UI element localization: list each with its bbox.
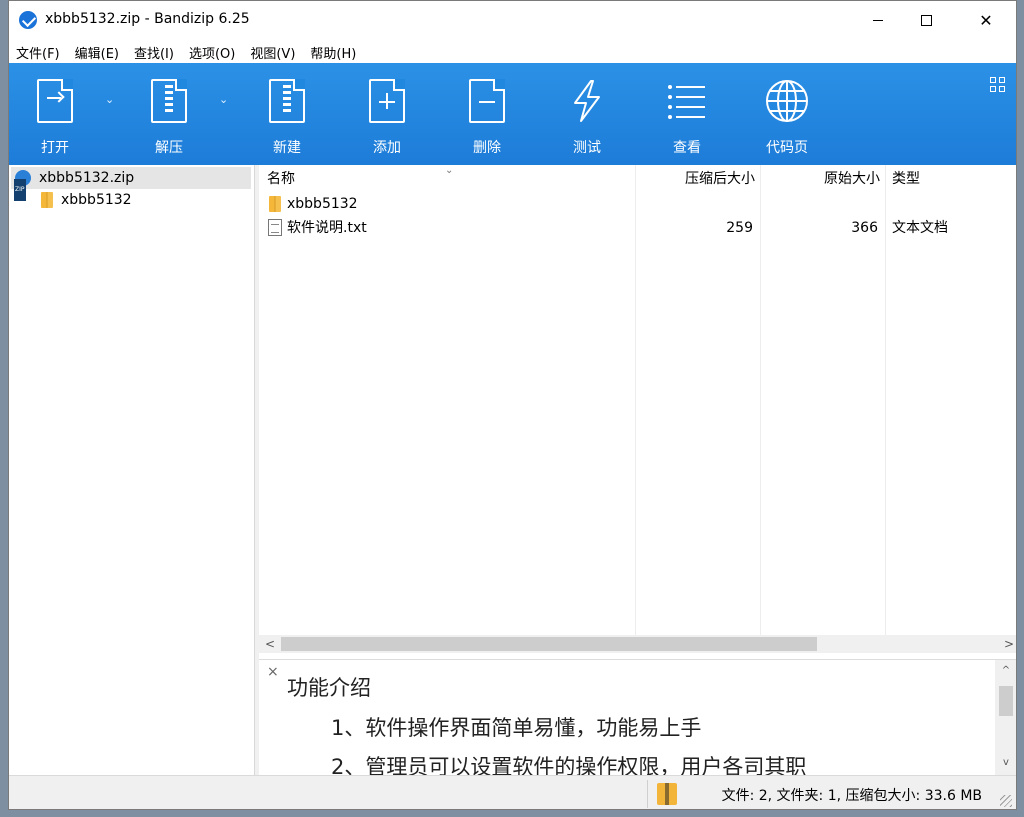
minimize-button[interactable] <box>855 5 901 35</box>
scroll-right-icon[interactable]: > <box>1000 635 1016 653</box>
folder-icon <box>269 196 281 212</box>
new-button[interactable]: 新建 <box>247 63 327 165</box>
zip-icon <box>14 170 31 201</box>
status-divider <box>647 780 648 808</box>
file-original-size: 366 <box>851 220 878 236</box>
extract-button[interactable]: 解压 <box>129 63 209 165</box>
add-button[interactable]: 添加 <box>347 63 427 165</box>
scroll-down-icon[interactable]: v <box>995 754 1016 772</box>
menu-find[interactable]: 查找(I) <box>134 39 181 63</box>
codepage-label: 代码页 <box>766 140 808 156</box>
title-bar: xbbb5132.zip - Bandizip 6.25 ✕ <box>9 1 1016 39</box>
column-header-compressed[interactable]: 压缩后大小 <box>635 165 755 193</box>
resize-grip-icon[interactable] <box>1000 795 1012 807</box>
scroll-left-icon[interactable]: < <box>261 635 279 653</box>
info-panel: × 功能介绍 1、软件操作界面简单易懂，功能易上手 2、管理员可以设置软件的操作… <box>259 659 1016 775</box>
sort-chevron-icon: ⌄ <box>445 165 454 176</box>
delete-button[interactable]: 删除 <box>447 63 527 165</box>
info-line: 2、管理员可以设置软件的操作权限，用户各司其职 <box>331 755 807 775</box>
window-title: xbbb5132.zip - Bandizip 6.25 <box>45 11 250 27</box>
info-line: 1、软件操作界面简单易懂，功能易上手 <box>331 716 702 740</box>
folder-icon <box>41 192 53 208</box>
extract-label: 解压 <box>155 140 183 156</box>
file-row-folder[interactable]: xbbb5132 <box>259 192 1016 216</box>
add-label: 添加 <box>373 140 401 156</box>
file-name: xbbb5132 <box>287 196 358 212</box>
view-label: 查看 <box>673 140 701 156</box>
layout-icon[interactable] <box>990 77 1006 93</box>
menu-bar: 文件(F) 编辑(E) 查找(I) 选项(O) 视图(V) 帮助(H) <box>9 39 1016 63</box>
test-icon <box>574 80 600 122</box>
open-button[interactable]: 打开 <box>15 63 95 165</box>
open-icon <box>37 79 73 123</box>
delete-label: 删除 <box>473 140 501 156</box>
tree-item-archive-label: xbbb5132.zip <box>39 170 135 186</box>
file-list: 名称 ⌄ 压缩后大小 原始大小 类型 xbbb5132 软件说明.txt 259… <box>259 165 1016 635</box>
codepage-icon <box>766 80 808 122</box>
toolbar: 打开 ⌄ 解压 ⌄ 新建 添加 删除 测试 查看 代码页 <box>9 63 1016 165</box>
open-label: 打开 <box>41 140 69 156</box>
codepage-button[interactable]: 代码页 <box>747 63 827 165</box>
maximize-icon <box>920 14 932 26</box>
test-label: 测试 <box>573 140 601 156</box>
view-icon <box>668 85 705 119</box>
close-button[interactable]: ✕ <box>963 5 1009 35</box>
folder-tree: xbbb5132.zip xbbb5132 <box>9 165 255 775</box>
maximize-button[interactable] <box>903 5 949 35</box>
horizontal-scrollbar[interactable]: < > <box>259 635 1016 653</box>
scroll-thumb[interactable] <box>999 686 1013 716</box>
app-icon <box>19 11 37 29</box>
column-header-name[interactable]: 名称 <box>267 165 295 193</box>
status-text: 文件: 2, 文件夹: 1, 压缩包大小: 33.6 MB <box>721 788 982 804</box>
minimize-icon <box>873 19 883 21</box>
scroll-thumb[interactable] <box>281 637 817 651</box>
text-file-icon <box>268 219 282 236</box>
file-type: 文本文档 <box>892 220 948 236</box>
tree-item-archive[interactable]: xbbb5132.zip <box>11 167 251 201</box>
menu-edit[interactable]: 编辑(E) <box>75 39 126 63</box>
info-close-icon[interactable]: × <box>267 664 279 680</box>
file-name: 软件说明.txt <box>287 220 367 236</box>
add-icon <box>369 79 405 123</box>
scroll-up-icon[interactable]: ^ <box>995 662 1016 680</box>
extract-dropdown-icon[interactable]: ⌄ <box>219 93 233 107</box>
extract-icon <box>151 79 187 123</box>
archive-status-icon <box>657 783 677 805</box>
column-header-type[interactable]: 类型 <box>892 165 920 193</box>
new-icon <box>269 79 305 123</box>
menu-view[interactable]: 视图(V) <box>250 39 302 63</box>
bandizip-window: xbbb5132.zip - Bandizip 6.25 ✕ 文件(F) 编辑(… <box>8 0 1017 810</box>
view-button[interactable]: 查看 <box>647 63 727 165</box>
test-button[interactable]: 测试 <box>547 63 627 165</box>
menu-help[interactable]: 帮助(H) <box>310 39 363 63</box>
delete-icon <box>469 79 505 123</box>
tree-item-folder-label: xbbb5132 <box>61 192 132 208</box>
tree-item-folder[interactable]: xbbb5132 <box>11 189 251 211</box>
vertical-scrollbar[interactable]: ^ v <box>995 660 1016 775</box>
status-bar: 文件: 2, 文件夹: 1, 压缩包大小: 33.6 MB <box>9 775 1016 809</box>
file-row-txt[interactable]: 软件说明.txt 259 366 文本文档 <box>259 216 1016 240</box>
menu-options[interactable]: 选项(O) <box>189 39 242 63</box>
open-dropdown-icon[interactable]: ⌄ <box>105 93 119 107</box>
menu-file[interactable]: 文件(F) <box>16 39 67 63</box>
file-compressed-size: 259 <box>726 220 753 236</box>
column-header-original[interactable]: 原始大小 <box>760 165 880 193</box>
new-label: 新建 <box>273 140 301 156</box>
info-title: 功能介绍 <box>287 676 371 700</box>
